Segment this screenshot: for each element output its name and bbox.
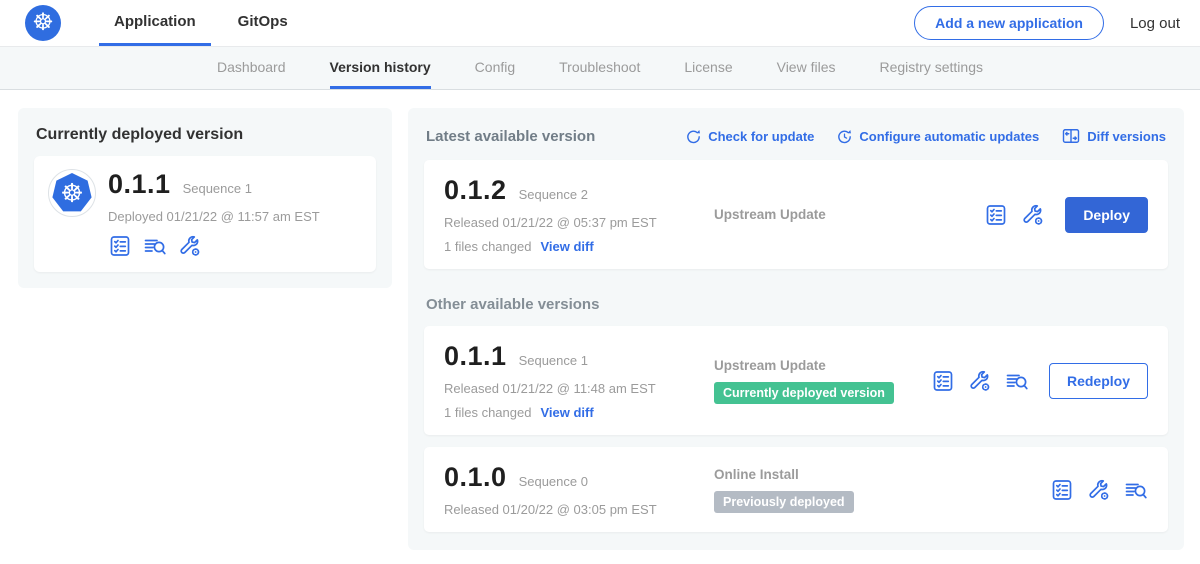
available-versions-panel: Latest available version Check for updat…: [408, 108, 1184, 550]
versions-panel-header: Latest available version Check for updat…: [426, 126, 1166, 146]
app-sub-navigation: Dashboard Version history Config Trouble…: [0, 47, 1200, 90]
view-logs-icon[interactable]: [143, 234, 167, 258]
configure-automatic-updates-link[interactable]: Configure automatic updates: [836, 128, 1039, 145]
view-logs-icon[interactable]: [1124, 478, 1148, 502]
preflight-checks-icon[interactable]: [108, 234, 132, 258]
check-for-update-label: Check for update: [708, 129, 814, 144]
version-card-actions: [1050, 478, 1148, 502]
version-info: 0.1.1 Sequence 1 Released 01/21/22 @ 11:…: [444, 341, 696, 420]
redeploy-button[interactable]: Redeploy: [1049, 363, 1148, 399]
version-card-0-1-1: 0.1.1 Sequence 1 Released 01/21/22 @ 11:…: [424, 326, 1168, 435]
latest-available-title: Latest available version: [426, 128, 595, 145]
check-for-update-link[interactable]: Check for update: [685, 128, 814, 145]
released-timestamp: Released 01/20/22 @ 03:05 pm EST: [444, 502, 696, 517]
diff-versions-link[interactable]: Diff versions: [1061, 126, 1166, 146]
files-changed-label: 1 files changed: [444, 405, 531, 420]
preflight-checks-icon[interactable]: [931, 369, 955, 393]
currently-deployed-badge: Currently deployed version: [714, 382, 894, 404]
diff-versions-label: Diff versions: [1087, 129, 1166, 144]
tab-dashboard[interactable]: Dashboard: [217, 47, 286, 89]
version-card-actions: Deploy: [984, 197, 1148, 233]
edit-config-icon[interactable]: [1021, 203, 1045, 227]
tab-gitops-label: GitOps: [238, 13, 288, 30]
edit-config-icon[interactable]: [968, 369, 992, 393]
app-icon: ☸: [48, 169, 96, 217]
top-bar: ☸ Application GitOps Add a new applicati…: [0, 0, 1200, 47]
previously-deployed-badge: Previously deployed: [714, 491, 854, 513]
version-number: 0.1.2: [444, 175, 507, 206]
edit-config-icon[interactable]: [178, 234, 202, 258]
add-application-button[interactable]: Add a new application: [914, 6, 1104, 40]
configure-updates-label: Configure automatic updates: [859, 129, 1039, 144]
version-number: 0.1.1: [444, 341, 507, 372]
source-label: Upstream Update: [714, 207, 972, 222]
released-timestamp: Released 01/21/22 @ 11:48 am EST: [444, 381, 696, 396]
tab-version-history[interactable]: Version history: [330, 47, 431, 89]
tab-view-files[interactable]: View files: [777, 47, 836, 89]
tab-config[interactable]: Config: [475, 47, 515, 89]
released-timestamp: Released 01/21/22 @ 05:37 pm EST: [444, 215, 696, 230]
deploy-button[interactable]: Deploy: [1065, 197, 1148, 233]
deployed-timestamp: Deployed 01/21/22 @ 11:57 am EST: [108, 209, 320, 224]
tab-troubleshoot[interactable]: Troubleshoot: [559, 47, 640, 89]
version-number: 0.1.0: [444, 462, 507, 493]
edit-config-icon[interactable]: [1087, 478, 1111, 502]
version-card-actions: Redeploy: [931, 363, 1148, 399]
main-content: Currently deployed version ☸ 0.1.1 Seque…: [0, 90, 1200, 550]
view-logs-icon[interactable]: [1005, 369, 1029, 393]
version-source: Upstream Update Currently deployed versi…: [696, 358, 919, 404]
files-changed-label: 1 files changed: [444, 239, 531, 254]
version-info: 0.1.0 Sequence 0 Released 01/20/22 @ 03:…: [444, 462, 696, 517]
preflight-checks-icon[interactable]: [984, 203, 1008, 227]
source-label: Upstream Update: [714, 358, 919, 373]
deployed-action-icons: [108, 234, 320, 258]
tab-application[interactable]: Application: [99, 0, 211, 46]
deployed-sequence-label: Sequence 1: [183, 181, 252, 196]
kubernetes-app-icon: ☸: [52, 173, 92, 213]
tab-application-label: Application: [114, 13, 196, 30]
version-actions: Check for update Configure automatic upd…: [685, 126, 1166, 146]
preflight-checks-icon[interactable]: [1050, 478, 1074, 502]
top-bar-right: Add a new application Log out: [914, 0, 1180, 46]
view-diff-link[interactable]: View diff: [540, 239, 593, 254]
tab-gitops[interactable]: GitOps: [223, 0, 303, 46]
sequence-label: Sequence 0: [519, 474, 588, 489]
currently-deployed-title: Currently deployed version: [36, 126, 376, 144]
logout-link[interactable]: Log out: [1130, 15, 1180, 32]
tab-registry-settings[interactable]: Registry settings: [880, 47, 983, 89]
sequence-label: Sequence 2: [519, 187, 588, 202]
clock-refresh-icon: [836, 128, 853, 145]
version-card-0-1-0: 0.1.0 Sequence 0 Released 01/20/22 @ 03:…: [424, 447, 1168, 532]
source-label: Online Install: [714, 467, 1038, 482]
version-source: Upstream Update: [696, 207, 972, 222]
version-info: 0.1.2 Sequence 2 Released 01/21/22 @ 05:…: [444, 175, 696, 254]
other-versions-title: Other available versions: [426, 296, 1166, 313]
deployed-version-number: 0.1.1: [108, 169, 171, 200]
view-diff-link[interactable]: View diff: [540, 405, 593, 420]
diff-icon: [1061, 126, 1081, 146]
version-card-0-1-2: 0.1.2 Sequence 2 Released 01/21/22 @ 05:…: [424, 160, 1168, 269]
top-navigation: Application GitOps: [99, 0, 303, 46]
kubernetes-logo-icon: ☸: [25, 5, 61, 41]
refresh-icon: [685, 128, 702, 145]
currently-deployed-panel: Currently deployed version ☸ 0.1.1 Seque…: [18, 108, 392, 288]
deployed-version-info: 0.1.1 Sequence 1 Deployed 01/21/22 @ 11:…: [108, 169, 320, 258]
version-source: Online Install Previously deployed: [696, 467, 1038, 513]
deployed-version-card: ☸ 0.1.1 Sequence 1 Deployed 01/21/22 @ 1…: [34, 156, 376, 272]
tab-license[interactable]: License: [684, 47, 732, 89]
sequence-label: Sequence 1: [519, 353, 588, 368]
